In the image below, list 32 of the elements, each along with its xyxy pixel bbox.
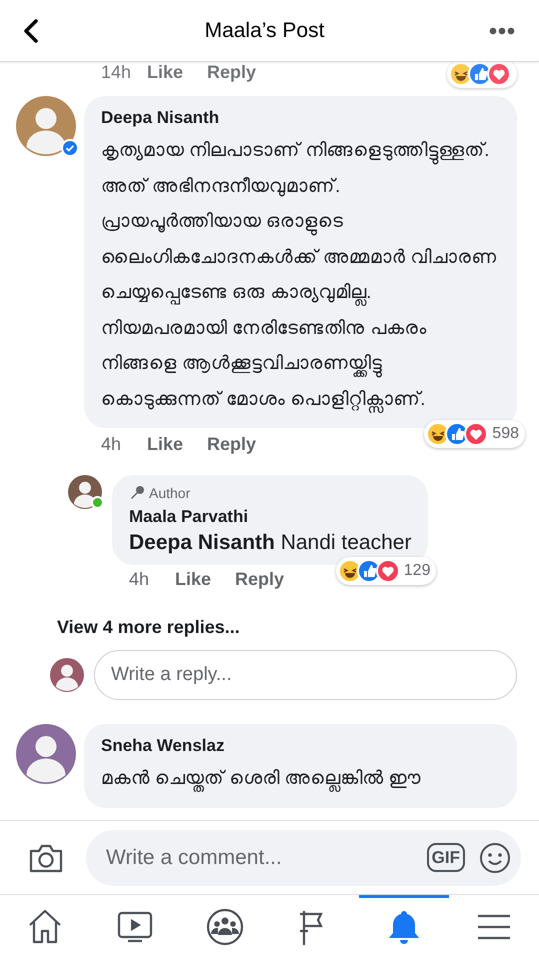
avatar[interactable] xyxy=(16,724,76,784)
like-button[interactable]: Like xyxy=(147,434,184,455)
comment-time: 4h xyxy=(101,434,122,455)
comment-text: കൃത്യമായ നിലപാടാണ് നിങ്ങളെടുത്തിട്ടുള്ളത്. അത് അഭിനന്ദനീയവുമാണ്. പ്രായപൂർത്തിയായ ഒരാളുടെ ലൈംഗികചോദനകൾക്ക് അമ്മമാർ വിചാരണ ചെയ്യപ്പെടേണ്ട ഒരു കാര്യവുമില്ല. നിയമപരമായി നേരിടേണ്ടതിനു പകരം നിങ്ങളെ ആൾക്കൂട്ടവിചാരണയ്ക്കിട്ടു കൊടുക്കുന്നത് മോശം പൊളിറ്റിക്സാണ്. xyxy=(101,132,500,416)
groups-icon xyxy=(204,907,245,947)
reaction-count: 129 xyxy=(404,562,430,580)
commenter-name: Deepa Nisanth xyxy=(101,108,220,128)
gif-button[interactable]: GIF xyxy=(426,843,465,872)
back-icon[interactable] xyxy=(22,18,40,44)
reply-button[interactable]: Reply xyxy=(235,569,284,590)
comment-time: 14h xyxy=(101,62,132,83)
reply-button[interactable]: Reply xyxy=(207,62,256,83)
like-button[interactable]: Like xyxy=(147,62,184,83)
comment-text: മകൻ ചെയ്തത് ശെരി അല്ലെങ്കിൽ ഈ xyxy=(101,760,500,796)
like-button[interactable]: Like xyxy=(175,569,212,590)
microphone-icon xyxy=(129,485,145,501)
reply-button[interactable]: Reply xyxy=(207,434,256,455)
commenter-name: Sneha Wenslaz xyxy=(101,736,226,756)
reply-input-field[interactable]: Write a reply... xyxy=(94,650,517,700)
avatar[interactable] xyxy=(50,658,84,692)
comment-input-field[interactable]: Write a comment... GIF xyxy=(86,830,521,886)
view-more-replies-link[interactable]: View 4 more replies... xyxy=(57,617,240,638)
reply-text: Deepa Nisanth Nandi teacher xyxy=(129,530,412,556)
comment-time: 4h xyxy=(129,569,150,590)
more-options-icon[interactable] xyxy=(489,26,515,34)
avatar[interactable] xyxy=(16,96,76,156)
reaction-count: 598 xyxy=(492,425,519,443)
author-label: Author xyxy=(149,485,190,501)
page-title: Maala’s Post xyxy=(204,18,324,42)
avatar[interactable] xyxy=(68,475,102,509)
commenter-name: Maala Parvathi xyxy=(129,507,250,527)
emoji-icon[interactable] xyxy=(479,842,511,874)
